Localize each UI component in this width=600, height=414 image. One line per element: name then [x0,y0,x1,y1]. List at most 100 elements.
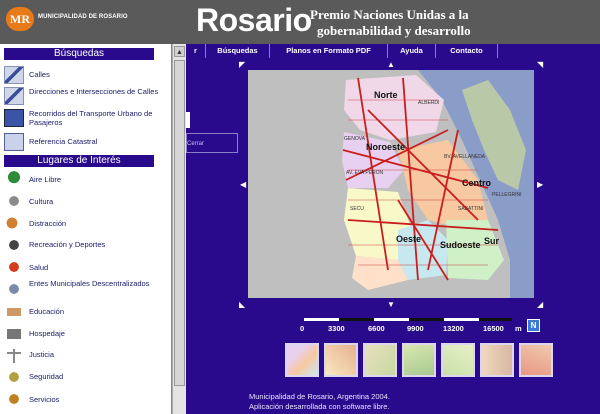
map-label-noroeste: Noroeste [366,142,405,152]
header-bar: MR MUNICIPALIDAD DE ROSARIO Rosario Prem… [0,0,600,44]
scale-tick: 9900 [407,324,424,333]
lodging-icon [4,324,24,342]
sidebar-item-recorridos[interactable]: Recorridos del Transporte Urbano de Pasa… [4,107,170,129]
sidebar-item-label: Aire Libre [29,175,62,184]
map-thumbnail-6[interactable] [480,343,514,377]
sidebar-item-educacion[interactable]: Educación [4,300,170,322]
street-label: GENOVA [344,136,366,142]
map-label-sur: Sur [484,236,500,246]
sidebar-item-label: Servicios [29,395,60,404]
justice-icon [4,346,24,364]
scale-tick: 0 [300,324,305,333]
street-label: AV. EVA PERON [346,170,384,176]
health-icon [4,258,24,276]
pan-northwest-arrow-icon[interactable]: ◤ [239,61,245,69]
map-thumbnail-1[interactable] [285,343,319,377]
scale-tick: 6600 [368,324,385,333]
culture-icon [4,192,24,210]
pan-northeast-arrow-icon[interactable]: ◥ [537,61,543,69]
sidebar-item-calles[interactable]: Calles [4,64,170,86]
education-icon [4,302,24,320]
map-label-sudoeste: Sudoeste [440,240,481,250]
map-thumbnail-4[interactable] [402,343,436,377]
sidebar-item-label: Seguridad [29,372,64,381]
top-menu-bar: r Búsquedas Planos en Formato PDF Ayuda … [186,44,498,58]
municipal-building-icon [4,280,24,298]
menu-item-busquedas[interactable]: Búsquedas [206,44,270,58]
street-label: SABATTINI [458,206,483,212]
sidebar-item-label: Justicia [29,350,55,359]
sidebar-item-distraccion[interactable]: Distracción [4,212,170,234]
street-sign-icon [4,66,24,84]
municipality-logo[interactable]: MR [6,7,34,31]
prize-text-line-2: gobernabilidad y desarrollo [317,23,471,38]
scroll-up-arrow-icon[interactable]: ▲ [174,46,185,57]
bus-route-icon [4,109,24,127]
sidebar-item-recreacion[interactable]: Recreación y Deportes [4,234,170,256]
menu-item-planos-pdf[interactable]: Planos en Formato PDF [270,44,388,58]
sidebar-item-cultura[interactable]: Cultura [4,190,170,212]
intersection-icon [4,87,24,105]
map-thumbnail-5[interactable] [441,343,475,377]
sidebar-item-label: Educación [29,307,65,316]
sidebar-item-direcciones[interactable]: Direcciones e Intersecciones de Calles [4,85,170,107]
map-thumbnail-2[interactable] [324,343,358,377]
sidebar-item-label: Hospedaje [29,329,65,338]
lugares-heading: Lugares de Interés [4,155,154,167]
municipality-name: MUNICIPALIDAD DE ROSARIO [38,14,128,20]
sidebar-item-label: Referencia Catastral [29,137,98,146]
pan-southeast-arrow-icon[interactable]: ◢ [537,301,543,309]
city-map[interactable]: Norte Noroeste Centro Oeste Sudoeste Sur… [248,70,534,298]
map-svg: Norte Noroeste Centro Oeste Sudoeste Sur… [248,70,534,298]
sidebar-item-justicia[interactable]: Justicia [4,344,170,366]
sidebar-item-aire-libre[interactable]: Aire Libre [4,168,170,190]
tree-icon [4,170,24,188]
footer-line-1: Municipalidad de Rosario, Argentina 2004… [249,392,390,401]
north-arrow-icon[interactable]: N [527,319,540,332]
scale-tick: 3300 [328,324,345,333]
sidebar-item-salud[interactable]: Salud [4,256,170,278]
menu-item-ayuda[interactable]: Ayuda [388,44,436,58]
pan-southwest-arrow-icon[interactable]: ◣ [239,301,245,309]
security-icon [4,368,24,386]
sidebar-scrollbar[interactable]: ▲ [172,44,186,414]
street-label: PELLEGRINI [492,192,521,198]
pan-west-arrow-icon[interactable]: ◀ [240,181,246,189]
map-label-centro: Centro [462,178,492,188]
sidebar-item-label: Direcciones e Intersecciones de Calles [29,87,159,96]
sidebar-item-seguridad[interactable]: Seguridad [4,366,170,388]
map-label-norte: Norte [374,90,398,100]
map-thumbnail-3[interactable] [363,343,397,377]
sidebar-item-label: Calles [29,70,50,79]
map-label-oeste: Oeste [396,234,421,244]
busquedas-heading: Búsquedas [4,48,154,60]
menu-item-contacto[interactable]: Contacto [436,44,498,58]
sidebar-item-servicios[interactable]: Servicios [4,388,170,410]
sidebar-item-hospedaje[interactable]: Hospedaje [4,322,170,344]
sidebar-item-label: Recorridos del Transporte Urbano de Pasa… [29,109,153,127]
sidebar-item-label: Salud [29,263,49,272]
sidebar-item-label: Cultura [29,197,54,206]
services-icon [4,390,24,408]
entertainment-icon [4,214,24,232]
street-label: ALBERDI [418,100,439,106]
scale-tick: 13200 [443,324,464,333]
scrollbar-thumb[interactable] [174,60,185,386]
sidebar-panel: Búsquedas Calles Direcciones e Intersecc… [0,44,172,414]
map-thumbnail-7[interactable] [519,343,553,377]
sidebar-item-label: Entes Municipales Descentralizados [29,279,150,288]
sidebar-item-label: Recreación y Deportes [29,240,106,249]
scale-tick: 16500 [483,324,504,333]
prize-text-line-1: Premio Naciones Unidas a la [310,7,469,22]
sidebar-item-entes[interactable]: Entes Municipales Descentralizados [4,278,170,300]
pan-east-arrow-icon[interactable]: ▶ [537,181,543,189]
sidebar-item-catastral[interactable]: Referencia Catastral [4,131,170,153]
street-label: SECU [350,206,364,212]
scale-bar [304,318,512,321]
menu-item-partial[interactable]: r [186,44,206,58]
scale-unit: m [515,324,522,333]
pan-north-arrow-icon[interactable]: ▲ [387,61,395,69]
street-label: BV. AVELLANEDA [444,154,486,160]
pan-south-arrow-icon[interactable]: ▼ [387,301,395,309]
close-panel-button[interactable]: Cerrar [186,133,238,153]
